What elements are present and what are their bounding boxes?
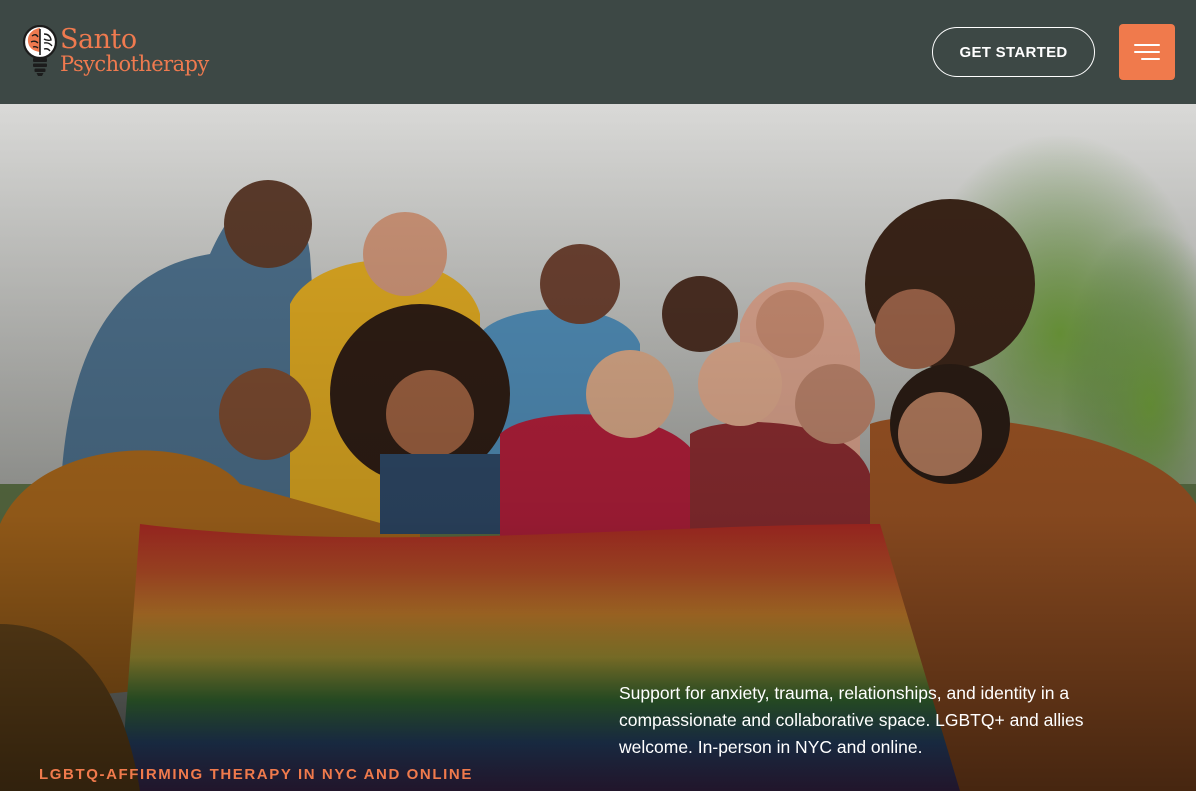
logo-text-psychotherapy: Psychotherapy [60, 52, 209, 76]
hero-section: Support for anxiety, trauma, relationshi… [0, 104, 1196, 791]
get-started-button[interactable]: GET STARTED [932, 27, 1095, 77]
site-logo[interactable]: Santo Psychotherapy [22, 25, 242, 79]
menu-button[interactable] [1119, 24, 1175, 80]
hero-eyebrow: LGBTQ-AFFIRMING THERAPY IN NYC AND ONLIN… [39, 766, 473, 783]
site-header: Santo Psychotherapy GET STARTED [0, 0, 1196, 104]
lightbulb-brain-icon [22, 25, 58, 76]
hero-description: Support for anxiety, trauma, relationshi… [619, 683, 1084, 757]
hamburger-menu-icon [1134, 44, 1160, 46]
